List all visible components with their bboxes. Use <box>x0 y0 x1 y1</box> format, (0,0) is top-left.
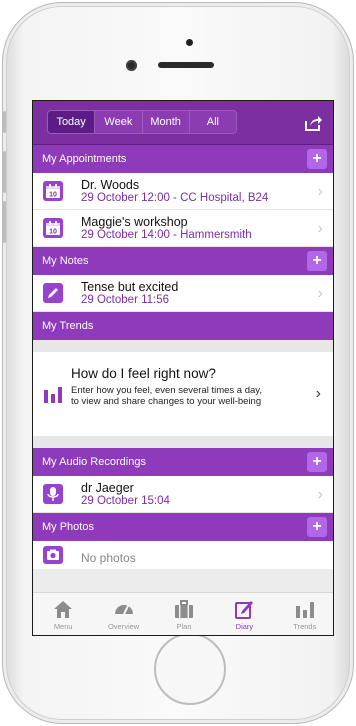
chevron-right-icon: › <box>317 220 323 237</box>
photos-header: My Photos + <box>33 513 333 541</box>
photos-title: My Photos <box>42 521 94 533</box>
gauge-icon <box>112 598 136 620</box>
bar-chart-icon <box>44 387 62 403</box>
notes-title: My Notes <box>42 255 89 267</box>
note-date: 29 October 11:56 <box>81 294 170 306</box>
add-note-button[interactable]: + <box>307 251 327 271</box>
divider <box>33 436 333 448</box>
appointment-detail: 29 October 14:00 - Hammersmith <box>81 229 252 241</box>
list-item[interactable]: Tense but excited 29 October 11:56 › <box>33 275 333 312</box>
calendar-icon: 10 <box>43 181 63 201</box>
mute-switch <box>3 111 6 133</box>
tab-label: Diary <box>235 622 254 631</box>
home-icon <box>51 598 75 620</box>
briefcase-icon <box>172 598 196 620</box>
tab-label: Overview <box>107 622 140 631</box>
appointments-header: My Appointments + <box>33 145 333 173</box>
appointment-name: Maggie's workshop <box>81 215 188 229</box>
add-photo-button[interactable]: + <box>307 517 327 537</box>
tab-menu[interactable]: Menu <box>33 593 93 635</box>
camera-icon <box>43 546 63 564</box>
earpiece-speaker <box>158 62 214 68</box>
add-audio-button[interactable]: + <box>307 452 327 472</box>
sensor-dot <box>186 39 193 46</box>
divider <box>33 340 333 352</box>
top-bar: Today Week Month All <box>33 101 333 145</box>
trends-header: My Trends <box>33 312 333 340</box>
app-screen: Today Week Month All My Appointments + 1… <box>32 100 334 636</box>
tab-bar: Menu Overview Plan Diary Trends <box>33 592 333 635</box>
front-camera <box>126 60 137 71</box>
audio-header: My Audio Recordings + <box>33 448 333 476</box>
tab-trends[interactable]: Trends <box>275 593 333 635</box>
segment-all[interactable]: All <box>190 111 236 133</box>
chevron-right-icon: › <box>315 385 321 402</box>
trends-title: My Trends <box>42 320 94 332</box>
chevron-right-icon: › <box>317 183 323 200</box>
list-item[interactable]: 10 Maggie's workshop 29 October 14:00 - … <box>33 210 333 247</box>
tab-label: Trends <box>293 622 317 631</box>
volume-up-button <box>3 151 6 193</box>
list-item[interactable]: 10 Dr. Woods 29 October 12:00 - CC Hospi… <box>33 173 333 210</box>
list-item[interactable]: dr Jaeger 29 October 15:04 › <box>33 476 333 513</box>
pencil-icon <box>232 598 256 620</box>
segment-week[interactable]: Week <box>95 111 143 133</box>
calendar-icon-day: 10 <box>49 229 57 236</box>
photos-empty-row: No photos <box>33 541 333 569</box>
chevron-right-icon: › <box>317 285 323 302</box>
calendar-icon-day: 10 <box>49 192 57 199</box>
appointments-title: My Appointments <box>42 153 127 165</box>
calendar-icon: 10 <box>43 218 63 238</box>
appointment-detail: 29 October 12:00 - CC Hospital, B24 <box>81 192 269 204</box>
no-photos-label: No photos <box>81 551 136 565</box>
feel-now-title: How do I feel right now? <box>71 366 216 381</box>
chevron-right-icon: › <box>317 486 323 503</box>
feel-now-description: Enter how you feel, even several times a… <box>71 385 262 407</box>
segment-month[interactable]: Month <box>143 111 190 133</box>
home-button[interactable] <box>154 633 226 705</box>
tab-label: Menu <box>53 622 73 631</box>
tab-overview[interactable]: Overview <box>93 593 153 635</box>
appointment-name: Dr. Woods <box>81 178 140 192</box>
feel-now-card[interactable]: How do I feel right now? Enter how you f… <box>33 352 333 436</box>
tab-plan[interactable]: Plan <box>154 593 214 635</box>
recording-date: 29 October 15:04 <box>81 495 170 507</box>
volume-down-button <box>3 201 6 243</box>
pencil-icon <box>43 283 63 303</box>
notes-header: My Notes + <box>33 247 333 275</box>
bar-chart-icon <box>293 598 317 620</box>
note-title: Tense but excited <box>81 280 179 294</box>
audio-title: My Audio Recordings <box>42 456 146 468</box>
period-segmented-control: Today Week Month All <box>47 110 237 134</box>
microphone-icon <box>43 484 63 504</box>
segment-today[interactable]: Today <box>48 111 96 133</box>
tab-diary[interactable]: Diary <box>214 593 274 635</box>
add-appointment-button[interactable]: + <box>307 149 327 169</box>
recording-title: dr Jaeger <box>81 481 134 495</box>
share-icon[interactable] <box>303 113 323 133</box>
tab-label: Plan <box>176 622 192 631</box>
